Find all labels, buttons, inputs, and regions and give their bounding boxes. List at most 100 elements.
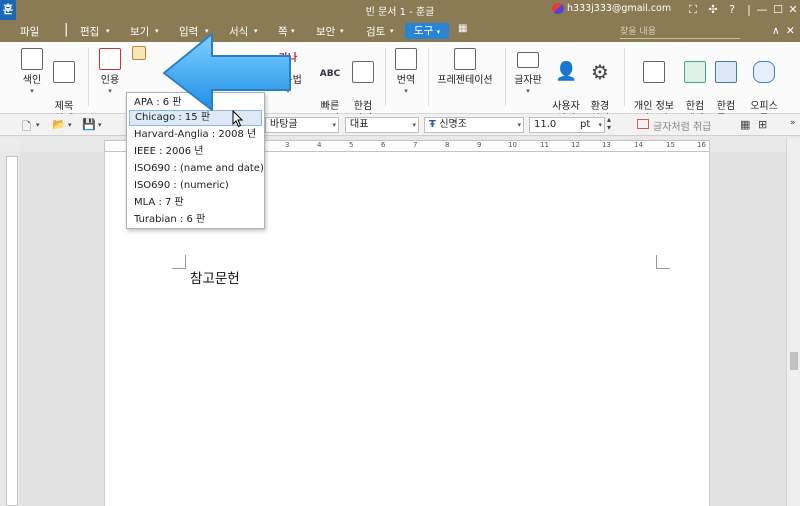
maximize-button[interactable]: ☐ (770, 2, 786, 18)
crop-mark (656, 255, 670, 269)
menu-file[interactable]: 파일 (20, 24, 39, 39)
ruler-tick: 4 (317, 141, 322, 149)
grid-icon[interactable]: ⊞ (758, 118, 767, 131)
copy-icon (132, 46, 146, 60)
crop-mark (172, 255, 186, 269)
menu-separator: | (64, 22, 69, 37)
chevron-down-icon: ▾ (106, 27, 110, 35)
vertical-scrollbar[interactable] (786, 138, 800, 506)
document-text[interactable]: 참고문헌 (190, 267, 240, 287)
open-folder-icon[interactable]: 📂 (52, 118, 66, 131)
tools-icon (715, 61, 737, 83)
keyboard-button[interactable]: 글자판 ▾ (508, 48, 548, 95)
ruler-tick: 5 (349, 141, 354, 149)
scroll-thumb[interactable] (790, 352, 798, 370)
citation-copy-button[interactable] (124, 46, 154, 64)
presentation-button[interactable]: 프레젠테이션 (432, 48, 498, 87)
menu-view[interactable]: 보기 (130, 24, 149, 39)
ruler-tick: 16 (697, 141, 706, 149)
ruler-tick: 9 (477, 141, 482, 149)
citation-style-harvard[interactable]: Harvard-Anglia : 2008 년 (129, 127, 262, 143)
chevron-down-icon[interactable]: ▾ (68, 121, 72, 129)
vertical-ruler[interactable] (6, 156, 18, 506)
ruler-tick: 8 (445, 141, 450, 149)
ruler-tick: 13 (602, 141, 611, 149)
translate-label: 번역 (396, 75, 416, 86)
chevron-down-icon: ▾ (412, 121, 416, 129)
chevron-down-icon: ▾ (155, 27, 159, 35)
ruler-tick: 12 (571, 141, 580, 149)
ruler-tick: 14 (634, 141, 643, 149)
formatting-toolbar: 🗋 ▾ 📂 ▾ 💾 ▾ 바탕글 ▾ 대표 ▾ Ŧ 신명조 ▾ 11.0 pt ▾ ▴ ▾ 글… (0, 114, 800, 136)
citation-style-iso690-name[interactable]: ISO690 : (name and date) (129, 161, 264, 177)
chevron-down-icon: ▾ (526, 87, 530, 95)
table-icon[interactable]: ▦ (740, 118, 750, 131)
size-stepper-icon[interactable]: ▴ ▾ (607, 116, 611, 132)
minimize-button[interactable]: — (754, 2, 770, 18)
ruler-tick: 6 (381, 141, 386, 149)
language-select[interactable]: 대표 ▾ (345, 117, 419, 133)
citation-style-ieee[interactable]: IEEE : 2006 년 (129, 144, 262, 160)
chevron-down-icon[interactable]: » (790, 118, 796, 128)
chevron-down-icon: ▾ (404, 87, 408, 95)
mouse-cursor-icon (232, 110, 244, 128)
quick-correct-icon: ABC (319, 69, 341, 79)
index-icon (21, 48, 43, 70)
chevron-down-icon: ▾ (517, 121, 521, 129)
presentation-icon (454, 48, 476, 70)
checkbox-icon[interactable] (637, 119, 649, 129)
chevron-down-icon[interactable]: ▾ (36, 121, 40, 129)
citation-style-turabian[interactable]: Turabian : 6 판 (129, 212, 262, 228)
citation-icon (99, 48, 121, 70)
save-icon[interactable]: 💾 (82, 118, 96, 131)
fullscreen-icon[interactable]: ⛶ (685, 2, 701, 18)
account-avatar-icon (552, 3, 564, 14)
ruler-tick: 15 (666, 141, 675, 149)
chevron-down-icon: ▾ (390, 27, 394, 35)
unit-value: pt (580, 119, 591, 130)
font-size-input[interactable]: 11.0 pt ▾ (529, 117, 605, 133)
ruler-corner[interactable] (0, 138, 20, 152)
menu-bar: 파일 | 편집 ▾ 보기 ▾ 입력 ▾ 서식 ▾ 쪽 ▾ 보안 ▾ 검토 ▾ 도… (0, 20, 800, 42)
citation-label: 인용 (100, 75, 120, 86)
move-icon[interactable]: ✣ (705, 2, 721, 18)
chevron-up-icon[interactable]: ∧ (772, 25, 780, 37)
translate-icon (395, 48, 417, 70)
menu-review[interactable]: 검토 (366, 24, 385, 39)
gear-icon: ⚙ (591, 60, 609, 84)
privacy-icon (643, 61, 665, 83)
font-type-icon: Ŧ (429, 119, 440, 130)
font-size-value: 11.0 (534, 119, 557, 130)
chevron-down-icon: ▾ (436, 28, 441, 36)
style-select[interactable]: 바탕글 ▾ (265, 117, 339, 133)
menu-security[interactable]: 보안 (316, 24, 335, 39)
window-title: 빈 문서 1 - 훈글 (365, 7, 435, 18)
asset-icon (684, 61, 706, 83)
ribbon-divider (428, 48, 429, 106)
chevron-down-icon: ▾ (598, 121, 602, 129)
help-icon[interactable]: ? (724, 2, 740, 18)
menu-tools[interactable]: 도구 ▾ (405, 23, 449, 39)
close-button[interactable]: ✕ (785, 2, 800, 18)
font-select[interactable]: Ŧ 신명조 ▾ (424, 117, 524, 133)
citation-style-iso690-numeric[interactable]: ISO690 : (numeric) (129, 178, 262, 194)
treat-as-char-label[interactable]: 글자처럼 취급 (653, 118, 711, 133)
citation-style-mla[interactable]: MLA : 7 판 (129, 195, 262, 211)
account-info[interactable]: h333j333@gmail.com (552, 3, 671, 14)
font-value: 신명조 (439, 119, 467, 130)
presentation-label: 프레젠테이션 (437, 75, 493, 86)
new-document-icon[interactable]: 🗋 (22, 118, 31, 137)
dictionary-icon (352, 61, 374, 83)
menu-edit[interactable]: 편집 (80, 24, 99, 39)
search-input[interactable]: 찾을 내용 (620, 24, 740, 39)
menu-tools-label: 도구 (413, 25, 434, 37)
ruler-tick: 3 (285, 141, 290, 149)
translate-button[interactable]: 번역 ▾ (386, 48, 426, 95)
ribbon-divider (624, 48, 625, 106)
user-settings-icon: 👤 (555, 61, 578, 82)
close-icon[interactable]: ✕ (786, 25, 795, 37)
tools-extra-icon[interactable]: ▦ (458, 23, 467, 34)
robot-icon (753, 61, 775, 83)
chevron-down-icon[interactable]: ▾ (98, 121, 102, 129)
index-label: 색인 (22, 75, 42, 86)
